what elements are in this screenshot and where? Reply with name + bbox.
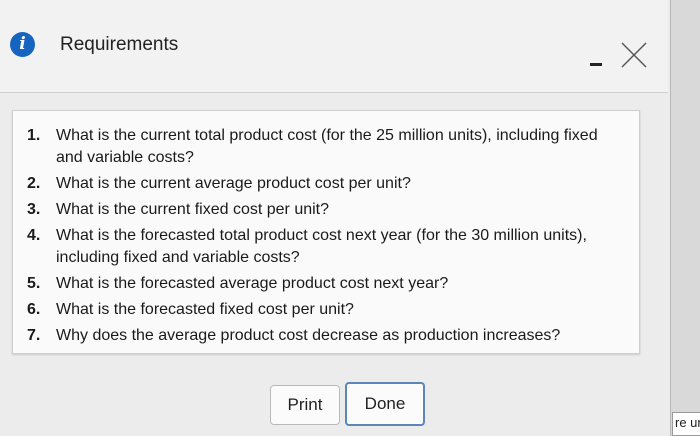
list-item: 7. Why does the average product cost decr…: [27, 325, 627, 347]
done-button[interactable]: Done: [345, 382, 425, 426]
dialog-titlebar: i Requirements: [0, 0, 668, 93]
dialog-title: Requirements: [60, 34, 179, 55]
item-number: 1.: [27, 127, 41, 144]
close-icon[interactable]: [614, 40, 652, 70]
item-number: 6.: [27, 301, 41, 318]
item-number: 7.: [27, 327, 41, 344]
item-number: 5.: [27, 275, 41, 292]
item-text: What is the current total product cost (…: [56, 127, 598, 166]
list-item: 2. What is the current average product co…: [27, 173, 627, 195]
requirements-list: 1. What is the current total product cost…: [27, 125, 627, 351]
list-item: 5. What is the forecasted average product…: [27, 273, 627, 295]
item-text: What is the forecasted average product c…: [56, 275, 449, 292]
item-text: Why does the average product cost decrea…: [56, 327, 561, 344]
item-text: What is the current average product cost…: [56, 175, 411, 192]
list-item: 6. What is the forecasted fixed cost per …: [27, 299, 627, 321]
print-button[interactable]: Print: [270, 385, 340, 425]
info-icon: i: [10, 32, 35, 57]
minimize-icon[interactable]: [590, 63, 602, 66]
list-item: 3. What is the current fixed cost per uni…: [27, 199, 627, 221]
item-text: What is the forecasted total product cos…: [56, 227, 587, 266]
requirements-panel: 1. What is the current total product cost…: [12, 110, 640, 354]
item-text: What is the forecasted fixed cost per un…: [56, 301, 354, 318]
requirements-dialog: i Requirements 1. What is the current tot…: [0, 0, 671, 436]
list-item: 1. What is the current total product cost…: [27, 125, 627, 169]
item-number: 4.: [27, 227, 41, 244]
item-number: 3.: [27, 201, 41, 218]
list-item: 4. What is the forecasted total product c…: [27, 225, 627, 269]
item-number: 2.: [27, 175, 41, 192]
item-text: What is the current fixed cost per unit?: [56, 201, 330, 218]
background-text-fragment: re un: [672, 412, 700, 436]
